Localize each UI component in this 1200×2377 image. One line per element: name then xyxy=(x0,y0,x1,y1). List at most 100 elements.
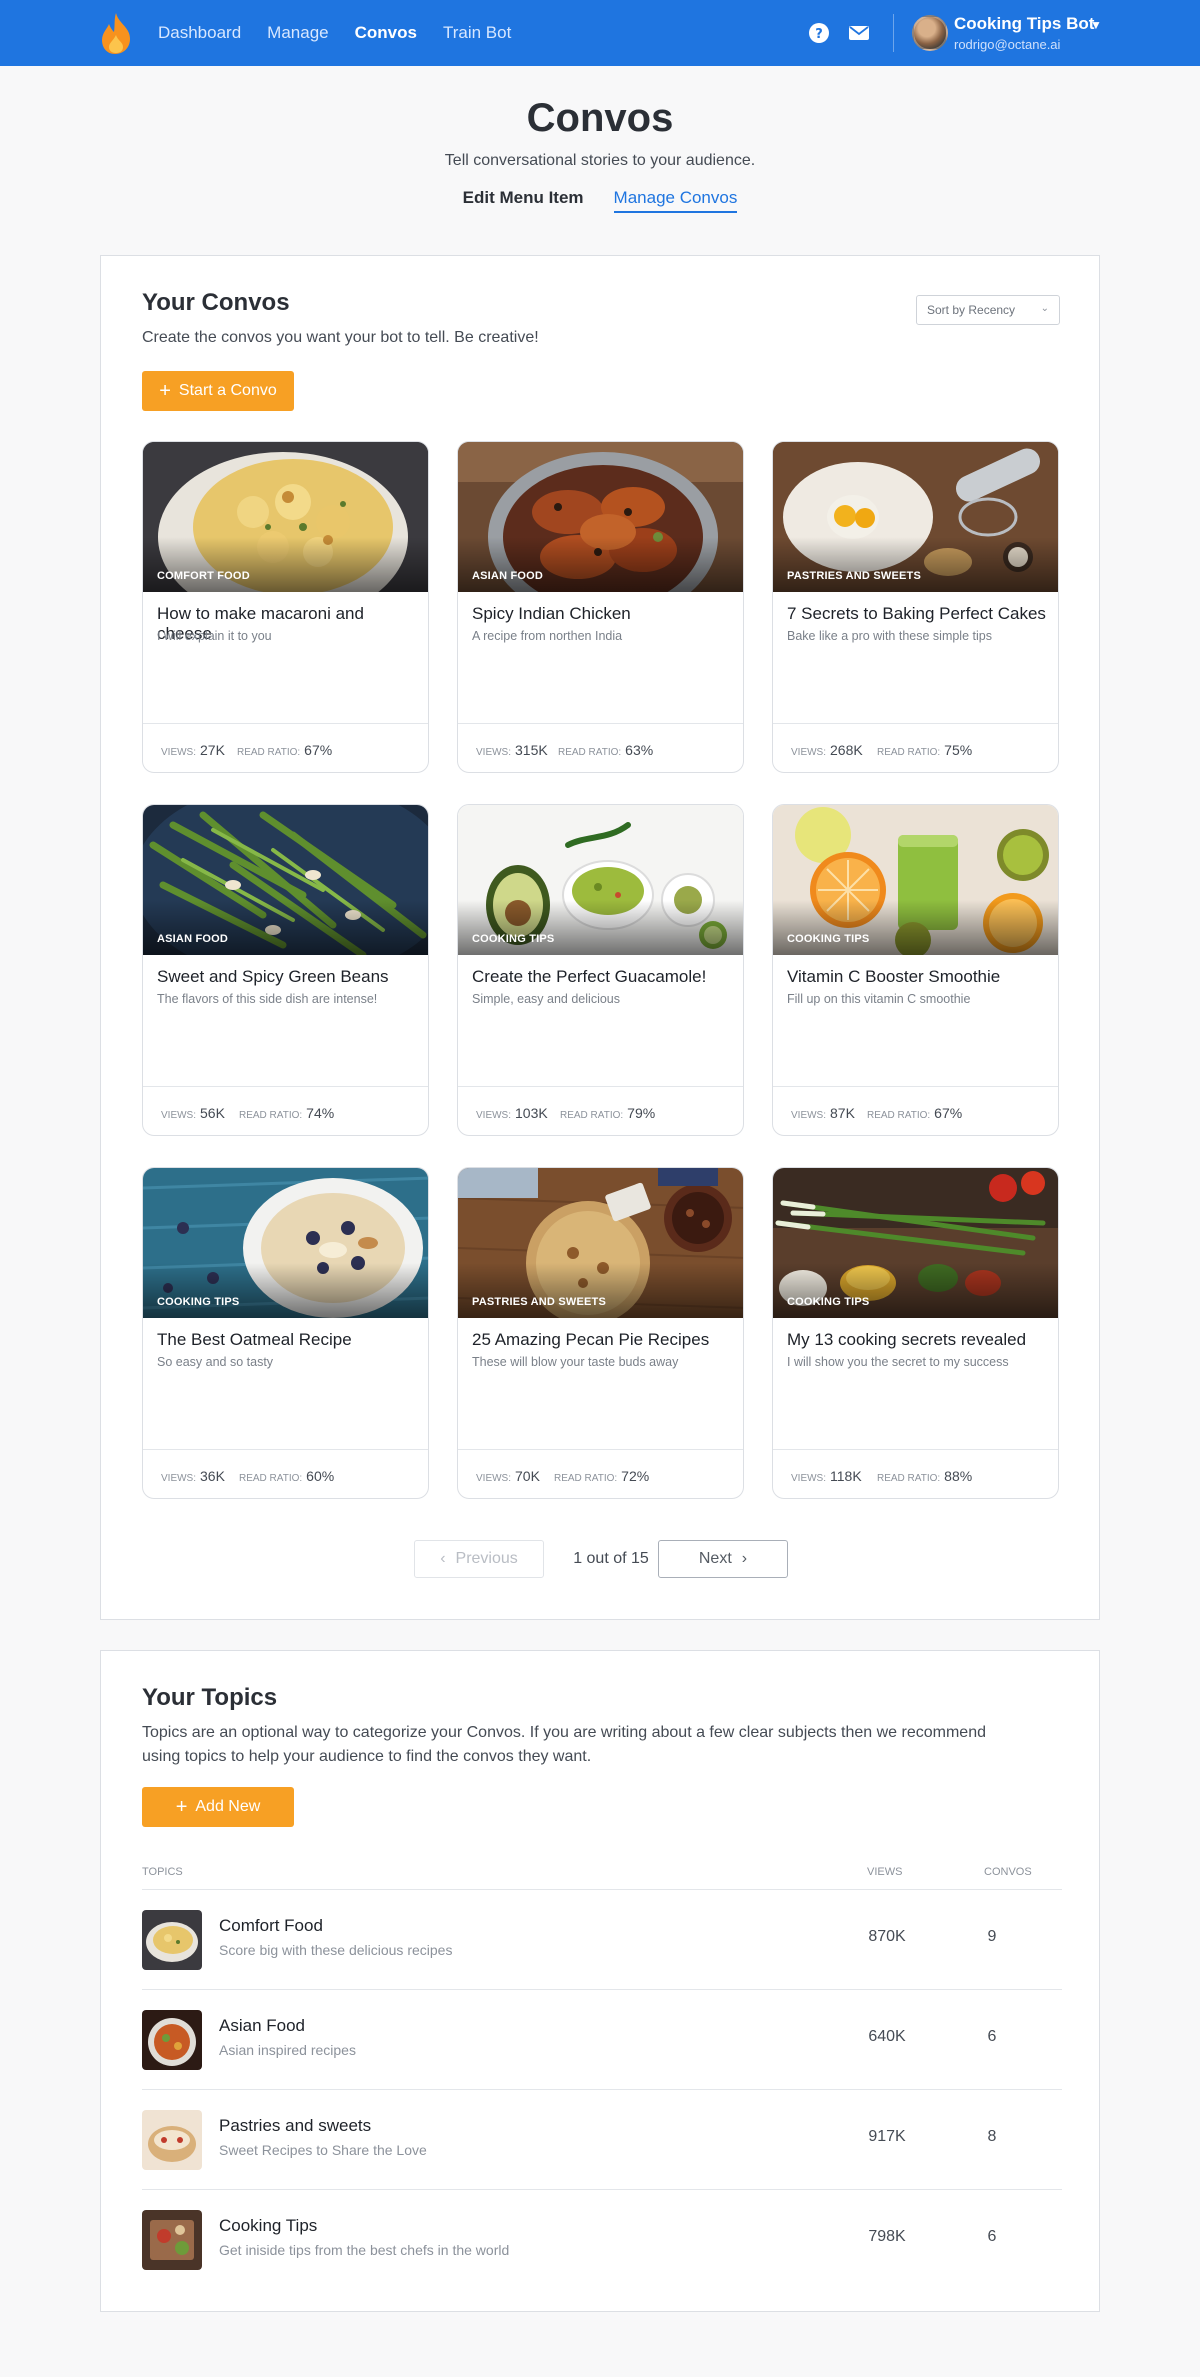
card-subtitle: The flavors of this side dish are intens… xyxy=(157,992,378,1006)
convo-card[interactable]: COOKING TIPS Create the Perfect Guacamol… xyxy=(457,804,744,1136)
topic-views: 798K xyxy=(868,2228,906,2245)
read-ratio-label: READ RATIO: xyxy=(867,1110,931,1121)
read-ratio-label: READ RATIO: xyxy=(558,747,622,758)
views-label: VIEWS: xyxy=(791,1110,827,1121)
topic-row[interactable]: Pastries and sweets Sweet Recipes to Sha… xyxy=(142,2089,1062,2189)
views-value: 268K xyxy=(830,742,863,758)
convos-column-header: CONVOS xyxy=(984,1866,1032,1878)
previous-button[interactable]: ‹ Previous xyxy=(414,1540,544,1578)
topics-column-header: TOPICS xyxy=(142,1866,183,1878)
topic-name: Asian Food xyxy=(219,2016,305,2035)
read-ratio-stat: READ RATIO: 88% xyxy=(877,1468,972,1486)
read-ratio-stat: READ RATIO: 74% xyxy=(239,1105,334,1123)
nav-link-train-bot[interactable]: Train Bot xyxy=(443,23,511,43)
views-stat: VIEWS: 56K xyxy=(161,1105,225,1123)
add-topic-button[interactable]: + Add New xyxy=(142,1787,294,1827)
topics-description: Topics are an optional way to categorize… xyxy=(142,1724,986,1765)
read-ratio-stat: READ RATIO: 79% xyxy=(560,1105,655,1123)
account-email: rodrigo@octane.ai xyxy=(954,37,1061,52)
topics-title: Your Topics xyxy=(142,1684,278,1711)
topic-row[interactable]: Cooking Tips Get iniside tips from the b… xyxy=(142,2189,1062,2289)
tab-edit-menu-item[interactable]: Edit Menu Item xyxy=(463,188,584,213)
card-stats: VIEWS: 268K READ RATIO: 75% xyxy=(773,723,1058,772)
read-ratio-stat: READ RATIO: 67% xyxy=(867,1105,962,1123)
card-subtitle: So easy and so tasty xyxy=(157,1355,274,1369)
convo-card[interactable]: ASIAN FOOD Spicy Indian Chicken A recipe… xyxy=(457,441,744,773)
help-icon[interactable]: ? xyxy=(808,22,830,44)
nav-link-manage[interactable]: Manage xyxy=(267,23,328,43)
topic-thumbnail xyxy=(142,2210,202,2270)
nav-links: Dashboard Manage Convos Train Bot xyxy=(158,0,511,66)
views-value: 87K xyxy=(830,1105,855,1121)
tab-manage-convos[interactable]: Manage Convos xyxy=(613,188,738,213)
read-ratio-stat: READ RATIO: 67% xyxy=(237,742,332,760)
sort-select[interactable]: Sort by Recency ⌄ xyxy=(916,295,1060,325)
topic-name: Pastries and sweets xyxy=(219,2116,372,2135)
card-stats: VIEWS: 315K READ RATIO: 63% xyxy=(458,723,743,772)
topic-row[interactable]: Asian Food Asian inspired recipes 640K 6 xyxy=(142,1989,1062,2089)
mail-icon[interactable] xyxy=(848,22,870,44)
topics-panel: Your Topics Topics are an optional way t… xyxy=(100,1650,1100,2312)
read-ratio-value: 74% xyxy=(306,1105,335,1121)
views-label: VIEWS: xyxy=(476,1473,512,1484)
card-stats: VIEWS: 56K READ RATIO: 74% xyxy=(143,1086,428,1135)
card-stats: VIEWS: 36K READ RATIO: 60% xyxy=(143,1449,428,1498)
read-ratio-value: 75% xyxy=(944,742,973,758)
flame-logo-icon[interactable] xyxy=(96,11,136,55)
topic-row[interactable]: Comfort Food Score big with these delici… xyxy=(142,1889,1062,1989)
card-subtitle: Simple, easy and delicious xyxy=(472,992,620,1006)
read-ratio-stat: READ RATIO: 63% xyxy=(558,742,653,760)
convo-card[interactable]: PASTRIES AND SWEETS 25 Amazing Pecan Pie… xyxy=(457,1167,744,1499)
plus-icon: + xyxy=(159,380,171,402)
account-name: Cooking Tips Bot xyxy=(954,14,1095,33)
card-title: The Best Oatmeal Recipe xyxy=(157,1330,352,1349)
convo-card[interactable]: COOKING TIPS The Best Oatmeal Recipe So … xyxy=(142,1167,429,1499)
read-ratio-value: 88% xyxy=(944,1468,973,1484)
topic-description: Score big with these delicious recipes xyxy=(219,1942,453,1958)
views-value: 56K xyxy=(200,1105,225,1121)
convo-card[interactable]: COOKING TIPS Vitamin C Booster Smoothie … xyxy=(772,804,1059,1136)
convo-card[interactable]: COOKING TIPS My 13 cooking secrets revea… xyxy=(772,1167,1059,1499)
card-title: Sweet and Spicy Green Beans xyxy=(157,967,389,986)
topic-thumbnail xyxy=(142,2010,202,2070)
add-topic-label: Add New xyxy=(195,1798,261,1815)
read-ratio-value: 79% xyxy=(627,1105,656,1121)
avatar xyxy=(912,15,948,51)
convo-card[interactable]: COMFORT FOOD How to make macaroni and ch… xyxy=(142,441,429,773)
topic-convos: 6 xyxy=(987,2228,997,2245)
nav-link-dashboard[interactable]: Dashboard xyxy=(158,23,241,43)
views-value: 103K xyxy=(515,1105,548,1121)
card-subtitle: I will show you the secret to my success xyxy=(787,1355,1009,1369)
convo-card[interactable]: ASIAN FOOD Sweet and Spicy Green Beans T… xyxy=(142,804,429,1136)
topic-name: Comfort Food xyxy=(219,1916,323,1935)
views-value: 315K xyxy=(515,742,548,758)
chevron-right-icon: › xyxy=(741,1550,748,1567)
nav-divider xyxy=(893,14,894,52)
convos-description: Create the convos you want your bot to t… xyxy=(142,329,539,346)
account-menu[interactable]: Cooking Tips Bot ▼ rodrigo@octane.ai xyxy=(912,12,1112,54)
topic-convos: 8 xyxy=(987,2128,997,2145)
views-value: 118K xyxy=(830,1468,862,1484)
start-convo-button[interactable]: + Start a Convo xyxy=(142,371,294,411)
chevron-down-icon: ▼ xyxy=(1090,18,1102,32)
read-ratio-label: READ RATIO: xyxy=(554,1473,618,1484)
card-stats: VIEWS: 103K READ RATIO: 79% xyxy=(458,1086,743,1135)
topic-views: 917K xyxy=(868,2128,906,2145)
card-title: My 13 cooking secrets revealed xyxy=(787,1330,1027,1349)
page-indicator: 1 out of 15 xyxy=(573,1550,649,1567)
views-value: 36K xyxy=(200,1468,225,1484)
card-subtitle: Bake like a pro with these simple tips xyxy=(787,629,992,643)
nav-link-convos[interactable]: Convos xyxy=(355,23,417,43)
topic-thumbnail xyxy=(142,1910,202,1970)
card-subtitle: These will blow your taste buds away xyxy=(472,1355,679,1369)
convos-panel: Your Convos Create the convos you want y… xyxy=(100,255,1100,1620)
sort-select-value: Sort by Recency xyxy=(927,303,1016,317)
next-button[interactable]: Next › xyxy=(658,1540,788,1578)
views-label: VIEWS: xyxy=(791,747,827,758)
views-label: VIEWS: xyxy=(476,747,512,758)
convo-card[interactable]: PASTRIES AND SWEETS 7 Secrets to Baking … xyxy=(772,441,1059,773)
card-category: ASIAN FOOD xyxy=(157,933,229,945)
read-ratio-label: READ RATIO: xyxy=(239,1110,303,1121)
topic-description: Sweet Recipes to Share the Love xyxy=(219,2142,427,2158)
topic-views: 870K xyxy=(868,1928,906,1945)
